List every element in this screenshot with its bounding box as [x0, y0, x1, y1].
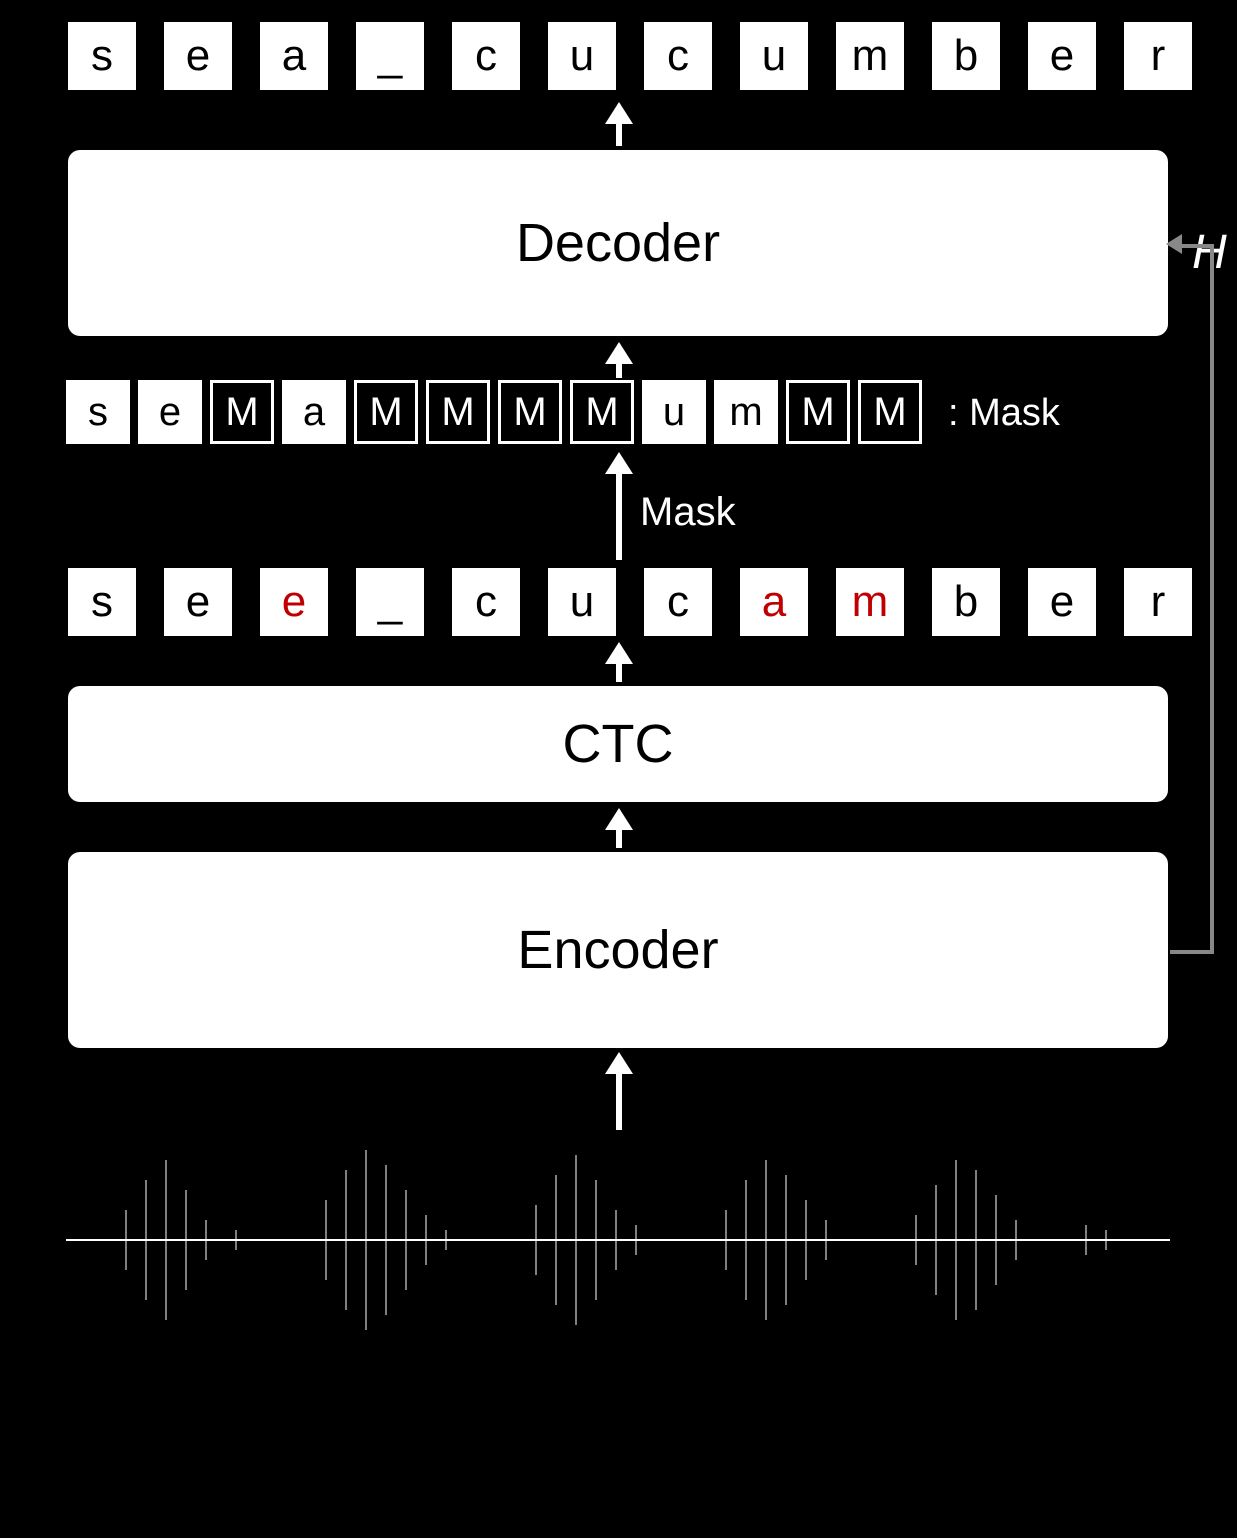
ctc-tok: c: [642, 566, 714, 638]
decoder-label: Decoder: [516, 212, 720, 274]
h-path: [1170, 950, 1214, 954]
ctc-box: CTC: [66, 684, 1170, 804]
out-tok: e: [1026, 20, 1098, 92]
mask-tok: M: [858, 380, 922, 444]
h-path: [1210, 244, 1214, 954]
mask-tok: M: [210, 380, 274, 444]
out-tok: s: [66, 20, 138, 92]
masked-tok: m: [714, 380, 778, 444]
output-token-row: s e a _ c u c u m b e r: [66, 20, 1194, 92]
masked-token-row: s e M a M M M M u m M M: [66, 380, 922, 444]
mask-legend-text: Mask: [969, 392, 1060, 434]
ctc-tok: _: [354, 566, 426, 638]
arrow-line: [616, 122, 622, 146]
audio-waveform-icon: []: [66, 1130, 1170, 1350]
mask-legend: : Mask: [948, 392, 1060, 435]
mask-tok: M: [786, 380, 850, 444]
ctc-tok: e: [1026, 566, 1098, 638]
arrow-up-icon: [605, 342, 633, 364]
ctc-tok-error: e: [258, 566, 330, 638]
out-tok: u: [738, 20, 810, 92]
masked-tok: a: [282, 380, 346, 444]
mask-tok: M: [570, 380, 634, 444]
ctc-tok: e: [162, 566, 234, 638]
decoder-box: Decoder: [66, 148, 1170, 338]
ctc-tok-error: m: [834, 566, 906, 638]
ctc-tok: c: [450, 566, 522, 638]
ctc-tok: b: [930, 566, 1002, 638]
out-tok: u: [546, 20, 618, 92]
mask-tok: M: [498, 380, 562, 444]
arrow-line: [616, 470, 622, 560]
mask-tok: M: [426, 380, 490, 444]
arrow-up-icon: [605, 642, 633, 664]
ctc-tok: s: [66, 566, 138, 638]
out-tok: m: [834, 20, 906, 92]
arrow-up-icon: [605, 808, 633, 830]
mask-tok: M: [354, 380, 418, 444]
arrow-up-icon: [605, 452, 633, 474]
out-tok: _: [354, 20, 426, 92]
ctc-tok-error: a: [738, 566, 810, 638]
arrow-up-icon: [605, 102, 633, 124]
mask-step-label: Mask: [640, 490, 736, 535]
encoder-box: Encoder: [66, 850, 1170, 1050]
ctc-output-row: s e e _ c u c a m b e r: [66, 566, 1194, 638]
out-tok: c: [642, 20, 714, 92]
out-tok: r: [1122, 20, 1194, 92]
arrow-up-icon: [605, 1052, 633, 1074]
ctc-tok: u: [546, 566, 618, 638]
masked-tok: e: [138, 380, 202, 444]
arrow-line: [616, 1070, 622, 1130]
ctc-label: CTC: [563, 713, 674, 775]
masked-tok: u: [642, 380, 706, 444]
masked-tok: s: [66, 380, 130, 444]
arrow-left-icon: [1166, 234, 1182, 254]
encoder-label: Encoder: [517, 919, 718, 981]
out-tok: a: [258, 20, 330, 92]
out-tok: e: [162, 20, 234, 92]
ctc-tok: r: [1122, 566, 1194, 638]
out-tok: c: [450, 20, 522, 92]
out-tok: b: [930, 20, 1002, 92]
